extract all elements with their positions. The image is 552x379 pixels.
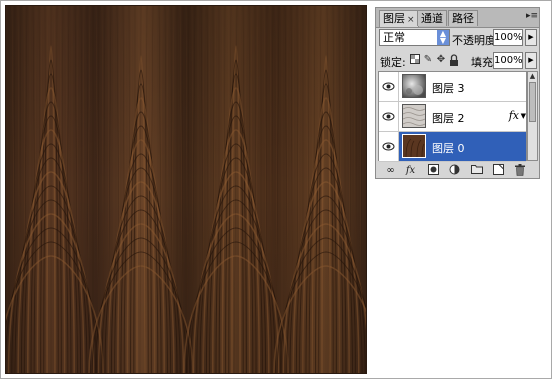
scrollbar-thumb[interactable] (529, 82, 536, 122)
fill-slider-arrow-icon[interactable]: ▶ (525, 52, 537, 69)
panel-menu-icon[interactable]: ▸≡ (526, 10, 538, 22)
group-folder-icon[interactable] (470, 164, 483, 177)
lock-label: 锁定: (380, 56, 406, 69)
panel-tab-bar: 图层 × 通道 路径 ▸≡ (376, 8, 539, 28)
eye-icon (382, 112, 395, 121)
layer-thumbnail-wood (402, 134, 426, 158)
layers-list: 图层 3 图层 2 fx ▼ 图层 0 (378, 71, 527, 162)
eye-icon (382, 82, 395, 91)
close-icon[interactable]: × (407, 15, 415, 25)
lock-all-icon[interactable] (448, 54, 460, 66)
eye-icon (382, 142, 395, 151)
lock-position-move-icon[interactable]: ✥ (435, 54, 447, 66)
tab-paths[interactable]: 路径 (448, 10, 478, 26)
trash-icon[interactable] (513, 164, 526, 177)
lock-image-brush-icon[interactable]: ✎ (422, 54, 434, 66)
tab-layers[interactable]: 图层 × (379, 10, 419, 27)
fx-effects-icon[interactable]: fx (509, 109, 519, 122)
mask-icon[interactable] (427, 164, 440, 177)
adjustment-icon[interactable] (448, 164, 461, 177)
fx-icon[interactable]: fx (404, 164, 417, 177)
visibility-toggle[interactable] (379, 102, 399, 131)
wood-texture-image (6, 6, 366, 373)
layer-name[interactable]: 图层 0 (432, 140, 465, 156)
layers-bottom-toolbar: ∞ fx (376, 163, 539, 178)
blend-mode-value: 正常 (383, 31, 405, 44)
visibility-toggle[interactable] (379, 132, 399, 161)
tab-paths-label: 路径 (452, 12, 474, 25)
layer-row-2[interactable]: 图层 2 fx ▼ (379, 102, 526, 132)
layer-name[interactable]: 图层 3 (432, 80, 465, 96)
document-canvas[interactable] (5, 5, 367, 374)
layers-scrollbar[interactable]: ▲ (527, 71, 538, 161)
chevron-updown-icon: ▲ ▼ (437, 30, 449, 45)
layer-thumbnail-clouds (402, 74, 426, 98)
fill-input[interactable]: 100% (493, 52, 523, 69)
layer-row-0[interactable]: 图层 0 (379, 132, 526, 162)
tab-channels[interactable]: 通道 (417, 10, 447, 26)
opacity-input[interactable]: 100% (493, 29, 523, 46)
layers-panel: 图层 × 通道 路径 ▸≡ 正常 ▲ ▼ 不透明度: 100% ▶ 锁定: ✎ ✥ … (375, 7, 540, 179)
tab-layers-label: 图层 (383, 12, 405, 25)
layer-name[interactable]: 图层 2 (432, 110, 465, 126)
visibility-toggle[interactable] (379, 72, 399, 101)
blend-mode-select[interactable]: 正常 ▲ ▼ (379, 29, 450, 46)
tab-channels-label: 通道 (421, 12, 443, 25)
layer-thumbnail-pattern (402, 104, 426, 128)
layer-row-3[interactable]: 图层 3 (379, 72, 526, 102)
scroll-up-icon[interactable]: ▲ (528, 72, 537, 81)
chevron-down-icon[interactable]: ▼ (521, 112, 526, 120)
lock-transparent-icon[interactable] (409, 54, 421, 66)
new-layer-icon[interactable] (492, 164, 505, 177)
opacity-slider-arrow-icon[interactable]: ▶ (525, 29, 537, 46)
link-icon[interactable]: ∞ (384, 164, 397, 177)
